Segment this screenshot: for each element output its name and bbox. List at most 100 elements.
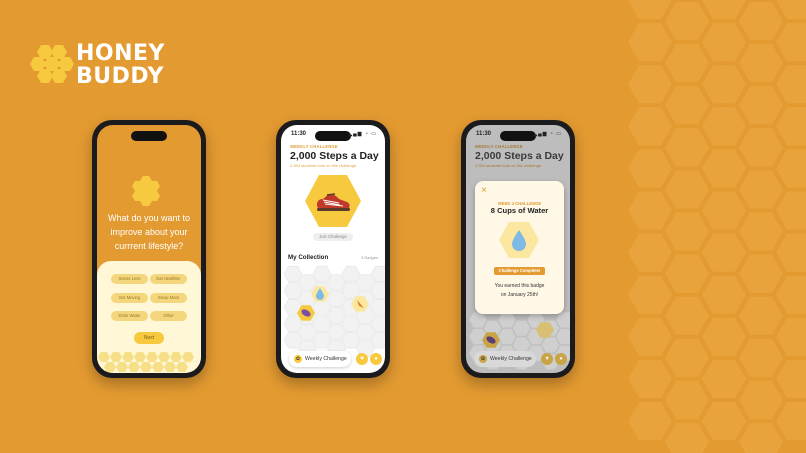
weekly-challenge-nav-button[interactable]: ✿ Weekly Challenge bbox=[474, 351, 536, 367]
background-hex bbox=[702, 149, 746, 188]
collection-slot bbox=[312, 265, 332, 283]
background-hex bbox=[739, 128, 783, 167]
background-hex bbox=[739, 2, 783, 41]
collection-slot bbox=[341, 332, 361, 349]
background-hex bbox=[628, 149, 672, 188]
onboarding-screen: What do you want to improve about your c… bbox=[97, 125, 201, 373]
background-hex bbox=[776, 149, 806, 188]
background-hex bbox=[739, 296, 783, 335]
background-hex bbox=[628, 275, 672, 314]
option-other[interactable]: Other bbox=[150, 311, 187, 321]
collection-slot bbox=[497, 311, 517, 329]
phone-badge-modal: 11:30 ▂▄▆ ◔ ▭ WEEKLY CHALLENGE 2,000 Ste… bbox=[461, 120, 575, 378]
background-hex bbox=[665, 128, 709, 167]
background-hex bbox=[702, 275, 746, 314]
honeycomb-logo-icon bbox=[132, 176, 160, 206]
background-hex bbox=[739, 254, 783, 293]
option-drink-water[interactable]: Drink Water bbox=[111, 311, 148, 321]
background-hex bbox=[665, 423, 709, 453]
collection-slot bbox=[283, 265, 303, 283]
background-hex bbox=[628, 65, 672, 104]
background-hex bbox=[702, 233, 746, 272]
collection-slot bbox=[283, 282, 303, 299]
collection-slot bbox=[312, 315, 332, 332]
dynamic-island bbox=[315, 131, 351, 141]
phone-onboarding: What do you want to improve about your c… bbox=[92, 120, 206, 378]
background-hex bbox=[739, 423, 783, 453]
badge-collection-grid bbox=[283, 265, 385, 357]
bee-icon: ✿ bbox=[294, 355, 302, 363]
option-get-moving[interactable]: Get Moving bbox=[111, 293, 148, 303]
background-hex bbox=[776, 107, 806, 146]
phone-weekly-challenge: 11:30 ▂▄▆ ◔ ▭ WEEKLY CHALLENGE 2,000 Ste… bbox=[276, 120, 390, 378]
challenge-complete-badge: Challenge Complete! bbox=[494, 267, 545, 275]
dynamic-island bbox=[131, 131, 167, 141]
background-hex bbox=[665, 296, 709, 335]
weekly-challenge-nav-button[interactable]: ✿ Weekly Challenge bbox=[289, 351, 351, 367]
option-stress-less[interactable]: Stress Less bbox=[111, 274, 148, 284]
background-hex bbox=[702, 65, 746, 104]
collection-slot bbox=[327, 323, 346, 341]
background-hex bbox=[702, 23, 746, 62]
collection-slot bbox=[283, 315, 303, 332]
collection-slot bbox=[283, 332, 303, 349]
join-challenge-button[interactable]: Join Challenge bbox=[313, 233, 353, 241]
background-hex bbox=[665, 2, 709, 41]
brand-name-line1: HONEY bbox=[76, 41, 165, 66]
background-hex bbox=[702, 402, 746, 441]
background-hex bbox=[665, 212, 709, 251]
background-hex bbox=[702, 107, 746, 146]
honeycomb-logo-icon bbox=[30, 45, 74, 83]
profile-icon[interactable]: ● bbox=[555, 353, 567, 365]
background-hex bbox=[776, 275, 806, 314]
background-hex bbox=[665, 338, 709, 377]
background-hex bbox=[776, 65, 806, 104]
background-hex bbox=[628, 23, 672, 62]
background-hex bbox=[628, 317, 672, 356]
background-hex bbox=[665, 254, 709, 293]
modal-message-line-1: You earned this badge bbox=[494, 283, 545, 289]
collection-slot bbox=[327, 307, 346, 324]
status-icons: ▂▄▆ ◔ ▭ bbox=[533, 131, 562, 137]
challenge-subtitle: 2,354 students took on this challenge. bbox=[475, 163, 543, 168]
option-sleep-more[interactable]: Sleep More bbox=[150, 293, 187, 303]
question-line-3: currrent lifestyle? bbox=[114, 241, 184, 251]
profile-icon[interactable]: ● bbox=[370, 353, 382, 365]
collection-slot bbox=[541, 336, 560, 354]
background-hex bbox=[776, 233, 806, 272]
shoe-icon bbox=[317, 193, 350, 211]
challenge-title: 2,000 Steps a Day bbox=[290, 150, 379, 162]
background-hex bbox=[628, 0, 672, 20]
background-hex bbox=[776, 402, 806, 441]
background-hex bbox=[665, 86, 709, 125]
background-hex bbox=[739, 338, 783, 377]
close-icon[interactable]: × bbox=[481, 185, 487, 196]
status-icons: ▂▄▆ ◔ ▭ bbox=[348, 131, 377, 137]
question-line-2: improve about your bbox=[110, 227, 188, 237]
challenge-title: 2,000 Steps a Day bbox=[475, 150, 564, 162]
weekly-challenge-nav-label: Weekly Challenge bbox=[305, 356, 347, 362]
background-hex bbox=[776, 359, 806, 398]
brand-name-line2: BUDDY bbox=[76, 64, 164, 89]
heart-icon[interactable]: ♥ bbox=[541, 353, 553, 365]
heart-icon[interactable]: ♥ bbox=[356, 353, 368, 365]
challenge-eyebrow: WEEKLY CHALLENGE bbox=[290, 144, 338, 149]
collection-title: My Collection bbox=[288, 254, 329, 261]
background-hex bbox=[739, 212, 783, 251]
background-hex bbox=[628, 233, 672, 272]
bee-icon: ✿ bbox=[479, 355, 487, 363]
question-line-1: What do you want to bbox=[107, 213, 191, 223]
collection-slot bbox=[468, 311, 488, 329]
background-hex bbox=[739, 380, 783, 420]
badge-count: 3 Badges bbox=[361, 255, 378, 260]
background-hex bbox=[628, 107, 672, 146]
next-button[interactable]: Next bbox=[134, 332, 164, 344]
background-hex bbox=[739, 170, 783, 209]
modal-title: 8 Cups of Water bbox=[490, 206, 549, 215]
option-eat-healthier[interactable]: Eat Healthier bbox=[150, 274, 187, 284]
background-hex bbox=[702, 359, 746, 398]
collection-slot bbox=[327, 274, 346, 291]
background-hex bbox=[739, 44, 783, 83]
background-hex bbox=[776, 317, 806, 356]
collection-slot bbox=[298, 274, 317, 291]
